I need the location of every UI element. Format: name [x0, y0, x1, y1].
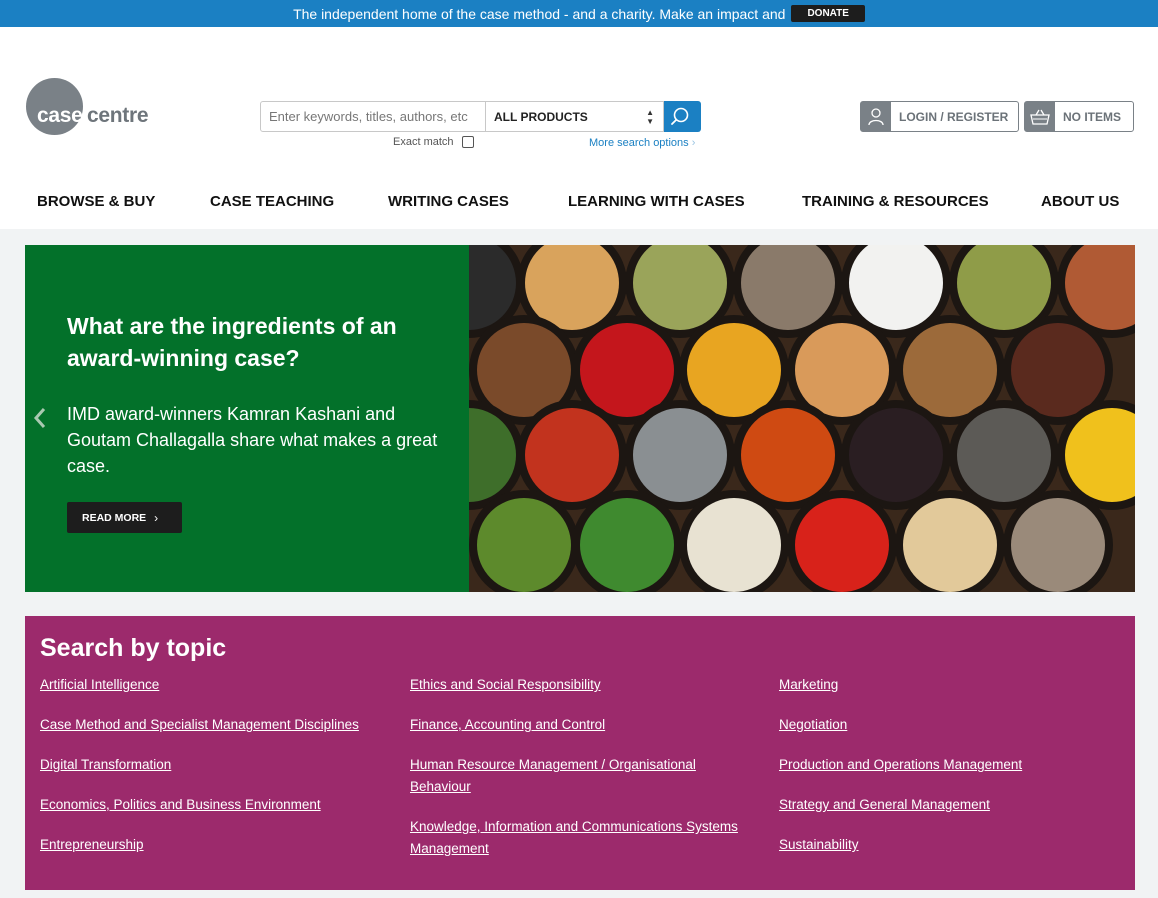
- product-filter-select[interactable]: ALL PRODUCTS ▲ ▼: [485, 101, 664, 132]
- topic-link[interactable]: Human Resource Management / Organisation…: [410, 754, 755, 816]
- user-icon: [861, 102, 891, 131]
- select-arrows-icon: ▲ ▼: [646, 108, 654, 126]
- login-register-button[interactable]: LOGIN / REGISTER: [860, 101, 1019, 132]
- chevron-right-icon: ›: [691, 137, 696, 149]
- hero-title: What are the ingredients of an award-win…: [67, 313, 397, 371]
- read-more-button[interactable]: READ MORE ›: [67, 502, 182, 533]
- nav-learning-with-cases[interactable]: LEARNING WITH CASES: [568, 193, 745, 210]
- topic-link[interactable]: Finance, Accounting and Control: [410, 714, 755, 754]
- nav-browse-buy[interactable]: BROWSE & BUY: [37, 193, 155, 210]
- topics-column-3: Marketing Negotiation Production and Ope…: [779, 674, 1134, 874]
- chevron-left-icon: [33, 408, 46, 428]
- search-by-topic-panel: Search by topic Artificial Intelligence …: [25, 616, 1135, 890]
- topic-link[interactable]: Negotiation: [779, 714, 1134, 754]
- main-navigation: BROWSE & BUY CASE TEACHING WRITING CASES…: [0, 193, 1158, 217]
- nav-training-resources[interactable]: TRAINING & RESOURCES: [802, 193, 989, 210]
- hero-subtitle: IMD award-winners Kamran Kashani and Gou…: [67, 404, 438, 476]
- search-button[interactable]: [664, 101, 701, 132]
- topic-link[interactable]: Economics, Politics and Business Environ…: [40, 794, 395, 834]
- case-centre-logo[interactable]: case centre: [26, 77, 166, 137]
- topic-link[interactable]: Ethics and Social Responsibility: [410, 674, 755, 714]
- topics-title: Search by topic: [40, 634, 227, 662]
- exact-match-label: Exact match: [393, 136, 454, 148]
- product-filter-value: ALL PRODUCTS: [494, 109, 588, 124]
- basket-icon: [1025, 102, 1055, 131]
- cart-button[interactable]: NO ITEMS: [1024, 101, 1134, 132]
- nav-case-teaching[interactable]: CASE TEACHING: [210, 193, 334, 210]
- nav-writing-cases[interactable]: WRITING CASES: [388, 193, 509, 210]
- logo-word-case: case: [37, 104, 83, 127]
- topics-column-1: Artificial Intelligence Case Method and …: [40, 674, 395, 874]
- topic-link[interactable]: Case Method and Specialist Management Di…: [40, 714, 395, 754]
- chevron-right-icon: ›: [154, 510, 159, 525]
- topic-link[interactable]: Entrepreneurship: [40, 834, 395, 874]
- exact-match-checkbox[interactable]: [461, 136, 474, 148]
- search-input[interactable]: [260, 101, 486, 132]
- announcement-text: The independent home of the case method …: [293, 5, 786, 22]
- topic-link[interactable]: Strategy and General Management: [779, 794, 1134, 834]
- announcement-bar: The independent home of the case method …: [0, 0, 1158, 27]
- logo-word-centre: centre: [87, 104, 149, 127]
- login-register-label: LOGIN / REGISTER: [899, 109, 1009, 124]
- topic-link[interactable]: Artificial Intelligence: [40, 674, 395, 714]
- search-icon: [671, 107, 689, 125]
- nav-about-us[interactable]: ABOUT US: [1041, 193, 1119, 210]
- carousel-prev-arrow[interactable]: [33, 406, 47, 430]
- donate-button[interactable]: DONATE: [791, 5, 865, 22]
- topic-link[interactable]: Marketing: [779, 674, 1134, 714]
- cart-label: NO ITEMS: [1063, 109, 1122, 124]
- spices-hero-image: [469, 245, 1135, 592]
- site-header: case centre ALL PRODUCTS ▲▼ Exact match …: [0, 27, 1158, 229]
- topics-column-2: Ethics and Social Responsibility Finance…: [410, 674, 755, 860]
- read-more-label: READ MORE: [82, 511, 147, 524]
- more-search-options-link[interactable]: More search options ›: [589, 137, 695, 149]
- topic-link[interactable]: Knowledge, Information and Communication…: [410, 816, 755, 860]
- topic-link[interactable]: Production and Operations Management: [779, 754, 1134, 794]
- topic-link[interactable]: Digital Transformation: [40, 754, 395, 794]
- more-search-options-label: More search options: [589, 137, 689, 149]
- exact-match-option: Exact match: [393, 136, 474, 148]
- topic-link[interactable]: Sustainability: [779, 834, 1134, 874]
- hero-carousel: What are the ingredients of an award-win…: [25, 245, 1135, 592]
